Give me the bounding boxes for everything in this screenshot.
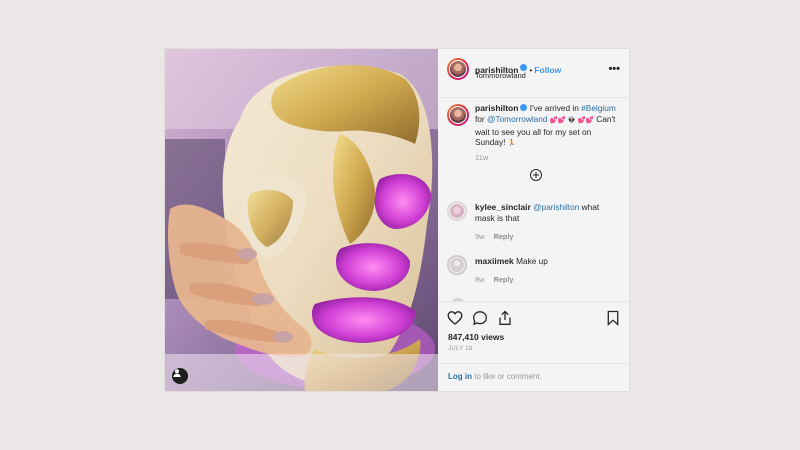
separator-dot: • xyxy=(529,66,533,75)
comment-2-meta: 8w Reply xyxy=(475,275,513,284)
verified-badge-icon xyxy=(520,104,528,112)
comment-time[interactable]: 8w xyxy=(475,275,485,284)
login-divider xyxy=(438,363,629,364)
post-date[interactable]: JULY 18 xyxy=(448,346,473,352)
comment-username[interactable]: maxiimek xyxy=(475,256,514,266)
hashtag-link[interactable]: #Belgium xyxy=(581,103,616,113)
post-location[interactable]: Tommorowland xyxy=(475,71,526,80)
post-side-panel: parishilton • Follow Tommorowland ••• pari… xyxy=(438,49,629,391)
comment-1-meta: 9w Reply xyxy=(475,232,513,241)
caption-time[interactable]: 11w xyxy=(475,153,488,162)
mention-link[interactable]: @Tomorrowland xyxy=(487,114,548,124)
comment-2: maxiimek Make up xyxy=(475,256,621,267)
reply-button[interactable]: Reply xyxy=(494,232,514,241)
login-text: to like or comment. xyxy=(474,372,542,381)
follow-button[interactable]: Follow xyxy=(534,65,561,75)
post-header: parishilton • Follow Tommorowland ••• xyxy=(438,49,629,98)
login-link[interactable]: Log in xyxy=(448,372,472,381)
more-options-icon[interactable]: ••• xyxy=(608,63,620,75)
author-avatar[interactable] xyxy=(447,58,469,80)
bookmark-icon[interactable] xyxy=(605,310,621,326)
comment-icon[interactable] xyxy=(472,310,488,326)
caption-text-1: I've arrived in xyxy=(529,103,579,113)
comment-mention-link[interactable]: @parishilton xyxy=(533,202,579,212)
instagram-post: parishilton • Follow Tommorowland ••• pari… xyxy=(165,49,629,391)
commenter-avatar[interactable] xyxy=(447,255,467,275)
heart-icon[interactable] xyxy=(447,310,463,326)
comment-time[interactable]: 9w xyxy=(475,232,485,241)
caption-text-2: for xyxy=(475,113,485,124)
caption-emoji-2: 🏃 xyxy=(507,140,516,148)
reply-button[interactable]: Reply xyxy=(494,275,514,284)
comment-1: kylee_sinclair @parishilton what mask is… xyxy=(475,202,621,224)
plus-circle-icon[interactable] xyxy=(530,169,542,181)
views-count[interactable]: 847,410 views xyxy=(448,332,504,342)
actions-divider xyxy=(438,301,629,302)
caption-emojis: 💕💕 👽 💕💕 xyxy=(549,116,594,124)
led-mask-photo xyxy=(165,49,438,391)
user-tag-icon[interactable] xyxy=(172,368,188,384)
comment-username[interactable]: kylee_sinclair xyxy=(475,202,531,212)
share-icon[interactable] xyxy=(497,310,513,326)
caption: parishilton I've arrived in #Belgium for… xyxy=(475,103,621,150)
post-media[interactable] xyxy=(165,49,438,391)
comment-text: Make up xyxy=(516,256,548,266)
commenter-avatar[interactable] xyxy=(447,201,467,221)
login-prompt: Log in to like or comment. xyxy=(448,372,542,381)
caption-username[interactable]: parishilton xyxy=(475,103,518,113)
caption-avatar[interactable] xyxy=(447,104,469,126)
